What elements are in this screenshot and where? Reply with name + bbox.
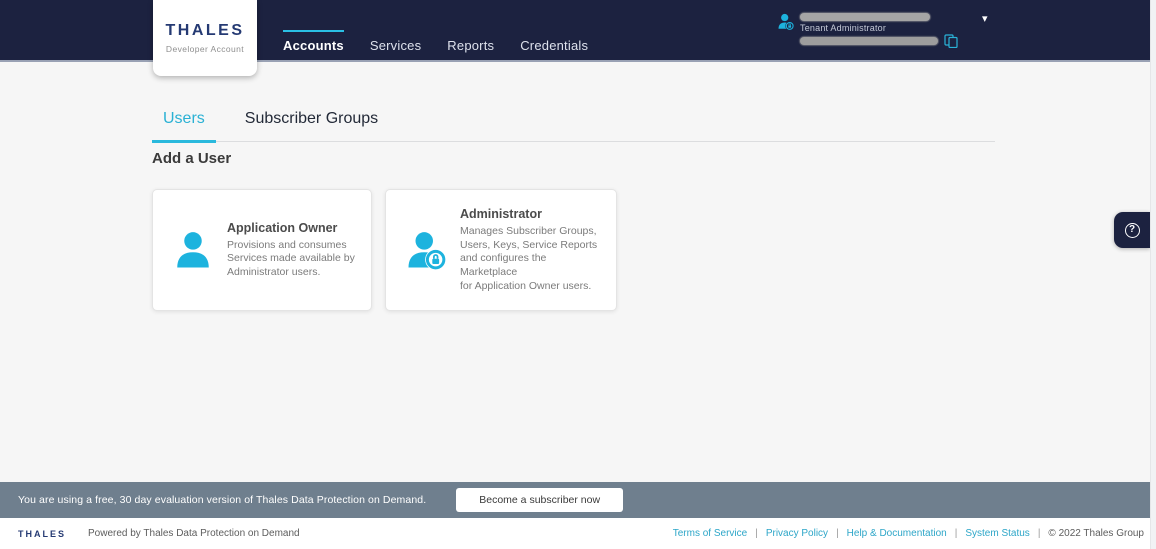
thales-footer-logo: THALES [18,529,66,539]
person-lock-badge-icon [405,229,447,271]
thales-logo-card[interactable]: THALES Developer Account [153,0,257,76]
redacted-email [800,13,930,21]
card-text: Application Owner Provisions and consume… [227,221,355,280]
separator: | [836,528,839,539]
account-tabs: Users Subscriber Groups [152,104,995,142]
help-button[interactable]: ? [1114,212,1150,248]
app-window: Accounts Services Reports Credentials Te… [0,0,1156,549]
system-status-link[interactable]: System Status [965,528,1029,539]
user-avatar-icon[interactable] [776,12,795,31]
card-text: Administrator Manages Subscriber Groups,… [460,207,604,293]
thales-wordmark: THALES [166,22,245,40]
copyright-label: © 2022 Thales Group [1048,528,1144,539]
nav-item-accounts[interactable]: Accounts [283,30,344,69]
administrator-card[interactable]: Administrator Manages Subscriber Groups,… [385,189,617,311]
evaluation-banner: You are using a free, 30 day evaluation … [0,482,1156,518]
scrollbar-track[interactable] [1150,0,1156,549]
tab-users[interactable]: Users [152,104,216,141]
tab-subscriber-groups[interactable]: Subscriber Groups [234,104,389,141]
powered-by-label: Powered by Thales Data Protection on Dem… [88,528,300,539]
privacy-policy-link[interactable]: Privacy Policy [766,528,828,539]
logo-subtitle: Developer Account [166,44,244,54]
footer: THALES Powered by Thales Data Protection… [0,518,1156,549]
separator: | [755,528,758,539]
nav-item-services[interactable]: Services [370,30,421,69]
terms-of-service-link[interactable]: Terms of Service [673,528,747,539]
separator: | [1038,528,1041,539]
separator: | [955,528,958,539]
footer-left: THALES Powered by Thales Data Protection… [18,528,300,539]
nav-item-credentials[interactable]: Credentials [520,30,588,69]
chevron-down-icon[interactable]: ▾ [982,14,988,25]
page-title: Add a User [152,150,231,167]
application-owner-card[interactable]: Application Owner Provisions and consume… [152,189,372,311]
question-mark-icon: ? [1125,223,1140,238]
nav-item-reports[interactable]: Reports [447,30,494,69]
user-role-label: Tenant Administrator [800,23,886,33]
primary-nav: Accounts Services Reports Credentials [283,30,614,69]
redacted-tenant-id [800,37,938,45]
person-icon [172,229,214,271]
card-description: Provisions and consumes Services made av… [227,239,355,280]
evaluation-message: You are using a free, 30 day evaluation … [18,494,426,506]
copy-icon[interactable] [944,34,958,48]
add-user-cards: Application Owner Provisions and consume… [152,189,617,311]
help-documentation-link[interactable]: Help & Documentation [847,528,947,539]
become-subscriber-button[interactable]: Become a subscriber now [456,488,623,512]
footer-links: Terms of Service | Privacy Policy | Help… [673,528,1144,539]
top-navbar: Accounts Services Reports Credentials Te… [0,0,1156,62]
card-title: Administrator [460,207,604,221]
card-title: Application Owner [227,221,355,235]
card-description: Manages Subscriber Groups, Users, Keys, … [460,225,604,293]
